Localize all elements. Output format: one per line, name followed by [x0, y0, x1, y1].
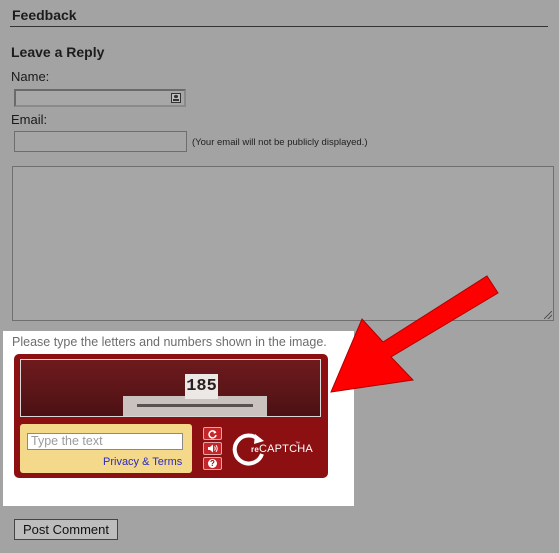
name-field[interactable]: [14, 89, 186, 107]
audio-captcha-button[interactable]: [203, 442, 222, 455]
captcha-image-number: 185: [185, 374, 218, 399]
section-title: Feedback: [12, 7, 77, 23]
contact-card-icon[interactable]: [171, 93, 181, 103]
audio-icon: [207, 444, 218, 453]
email-label: Email:: [11, 112, 48, 127]
trademark-mark: ™: [295, 441, 300, 447]
resize-handle-icon[interactable]: [544, 311, 552, 319]
post-comment-button[interactable]: Post Comment: [14, 519, 118, 540]
reload-icon: [208, 430, 217, 439]
captcha-help-button[interactable]: ?: [203, 457, 222, 470]
header-divider: [10, 26, 548, 27]
reload-captcha-button[interactable]: [203, 427, 222, 440]
email-privacy-note: (Your email will not be publicly display…: [192, 137, 368, 148]
reply-heading: Leave a Reply: [11, 44, 105, 60]
comment-textarea[interactable]: [12, 166, 554, 321]
captcha-image: 185: [20, 359, 321, 417]
email-field[interactable]: [14, 131, 187, 152]
captcha-instruction: Please type the letters and numbers show…: [12, 335, 327, 349]
recaptcha-wordmark: reCAPTCHA: [251, 443, 313, 455]
privacy-terms-link[interactable]: Privacy & Terms: [103, 456, 182, 468]
captcha-photo-plate: [123, 396, 267, 416]
help-icon: ?: [208, 459, 217, 468]
name-label: Name:: [11, 69, 50, 84]
captcha-response-input[interactable]: Type the text: [27, 433, 183, 450]
recaptcha-logo: reCAPTCHA ™: [229, 430, 324, 470]
